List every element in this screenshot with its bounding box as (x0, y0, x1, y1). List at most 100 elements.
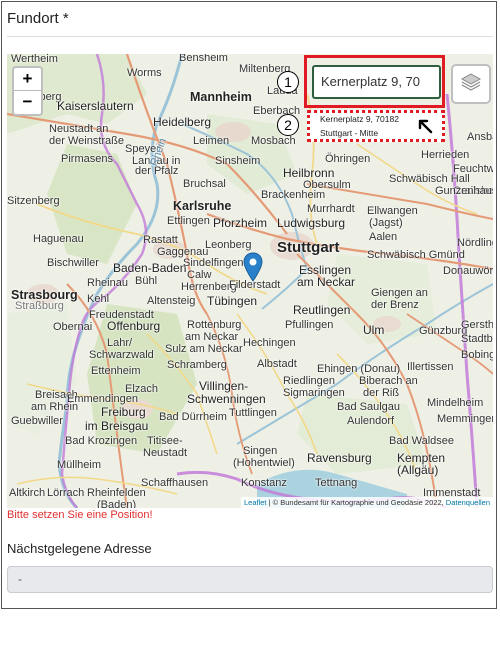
place-label: Kehl (87, 293, 110, 305)
place-label: der Brenz (371, 299, 419, 311)
place-label: Sigmaringen (283, 387, 345, 399)
place-label: Ettlingen (167, 215, 210, 227)
place-label: Calw (187, 269, 212, 281)
place-label: Pirmasens (61, 153, 113, 165)
place-label: Sulz am Neckar (165, 343, 243, 355)
place-label: Brackenheim (261, 189, 326, 201)
place-label: Memmingen (437, 413, 493, 425)
place-label: Straßburg (15, 300, 64, 312)
callout-number: 1 (277, 71, 299, 93)
place-label: Bad Krozingen (65, 435, 138, 447)
place-label: der Pfalz (135, 165, 179, 177)
place-label: Wertheim (11, 54, 58, 65)
place-label: Murrhardt (307, 203, 355, 215)
place-label: Rottenburg (187, 319, 242, 331)
place-label: Bischwiller (47, 257, 99, 269)
place-label: Sitzenberg (7, 195, 60, 207)
callout-number: 2 (277, 114, 299, 136)
place-label: Aalen (369, 231, 398, 243)
nearest-address-label: Nächstgelegene Adresse (7, 541, 152, 556)
place-label: Mosbach (251, 135, 296, 147)
place-label: Rastatt (143, 234, 178, 246)
place-label: Hechingen (243, 337, 296, 349)
place-label: Ellwangen (367, 205, 418, 217)
place-label: Nördlingen (457, 237, 493, 249)
place-label: Tettnang (315, 477, 358, 489)
place-label: Gunzenhausen (435, 185, 493, 197)
place-label: Bruchsal (183, 178, 226, 190)
place-label: am Neckar (297, 275, 356, 289)
place-label: Bad Saulgau (337, 401, 400, 413)
place-label: Ansbach (467, 131, 493, 143)
nearest-address-field: - (7, 566, 493, 593)
place-label: (Allgäu) (397, 463, 439, 477)
place-label: Müllheim (57, 459, 102, 471)
place-label: Feuchtwangen (453, 163, 493, 175)
place-label: Baden-Baden (113, 261, 187, 275)
attribution-text: | © Bundesamt für Kartographie und Geodä… (266, 498, 446, 507)
zoom-control: + − (12, 66, 43, 116)
place-label: Pfullingen (285, 319, 334, 331)
place-label: Altkirch (9, 487, 46, 499)
place-label: im Breisgau (85, 419, 149, 433)
place-label: der Riß (363, 387, 400, 399)
place-label: Mindelheim (427, 397, 484, 409)
place-label: Biberach an (359, 375, 418, 387)
place-label: Aulendorf (347, 415, 395, 427)
place-label: Lahr/ (107, 337, 133, 349)
place-label: Schwarzwald (89, 349, 154, 361)
place-label: Stuttgart (277, 239, 340, 256)
field-label: Fundort * (7, 10, 69, 27)
search-input[interactable]: Kernerplatz 9, 70 (312, 65, 441, 99)
place-label: Rheinfelden (87, 487, 146, 499)
place-label: Leonberg (205, 239, 252, 251)
mouse-cursor-icon (417, 118, 433, 139)
suggestion-line1: Kernerplatz 9, 70182 (320, 114, 399, 124)
place-label: Albstadt (257, 358, 297, 370)
place-label: Guebwiller (11, 415, 63, 427)
place-label: Bühl (135, 275, 158, 287)
place-label: Giengen an (371, 287, 428, 299)
place-label: Neustadt an (49, 123, 109, 135)
place-label: Bad Waldsee (389, 435, 455, 447)
place-label: Leimen (193, 135, 230, 147)
place-label: Haguenau (33, 233, 84, 245)
place-label: Gersthofen (461, 319, 493, 331)
place-label: Neustadt (143, 447, 188, 459)
place-label: Ludwigsburg (277, 216, 346, 230)
layers-icon (460, 71, 482, 98)
place-label: (Baden) (97, 499, 137, 509)
place-label: (Jagst) (369, 217, 403, 229)
place-label: Stadtbergen (461, 333, 493, 345)
place-label: (Hohentwiel) (233, 457, 295, 469)
place-label: Bobingen (461, 349, 493, 361)
error-message: Bitte setzen Sie eine Position! (7, 509, 153, 521)
place-label: Schwenningen (187, 392, 266, 406)
place-label: Ulm (363, 323, 385, 337)
place-label: Altensteig (147, 295, 196, 307)
layers-button[interactable] (451, 64, 491, 104)
place-label: Schwäbisch Hall (389, 173, 470, 185)
sources-link[interactable]: Datenquellen (446, 498, 490, 507)
place-label: Ravensburg (307, 451, 372, 465)
place-label: Ettenheim (91, 365, 141, 377)
place-label: Schwäbisch Gmünd (367, 249, 465, 261)
place-label: Karlsruhe (173, 199, 232, 213)
place-label: Titisee- (147, 435, 183, 447)
place-label: der Weinstraße (49, 135, 124, 147)
place-label: Heidelberg (153, 115, 212, 129)
place-label: Villingen- (199, 379, 249, 393)
zoom-out-button[interactable]: − (14, 91, 41, 113)
search-suggestion[interactable]: Kernerplatz 9, 70182 Stuttgart - Mitte (320, 112, 399, 140)
place-label: Riedlingen (283, 375, 335, 387)
leaflet-link[interactable]: Leaflet (244, 498, 267, 507)
place-label: Herrieden (421, 149, 470, 161)
place-label: Donauwörth (443, 265, 493, 277)
place-label: Bensheim (179, 54, 228, 64)
zoom-in-button[interactable]: + (14, 68, 41, 90)
map-pin-icon[interactable] (243, 252, 263, 287)
place-label: am Neckar (185, 331, 239, 343)
place-label: Lörrach (47, 487, 85, 499)
place-label: Öhringen (325, 153, 371, 165)
place-label: Schaffhausen (141, 477, 209, 489)
